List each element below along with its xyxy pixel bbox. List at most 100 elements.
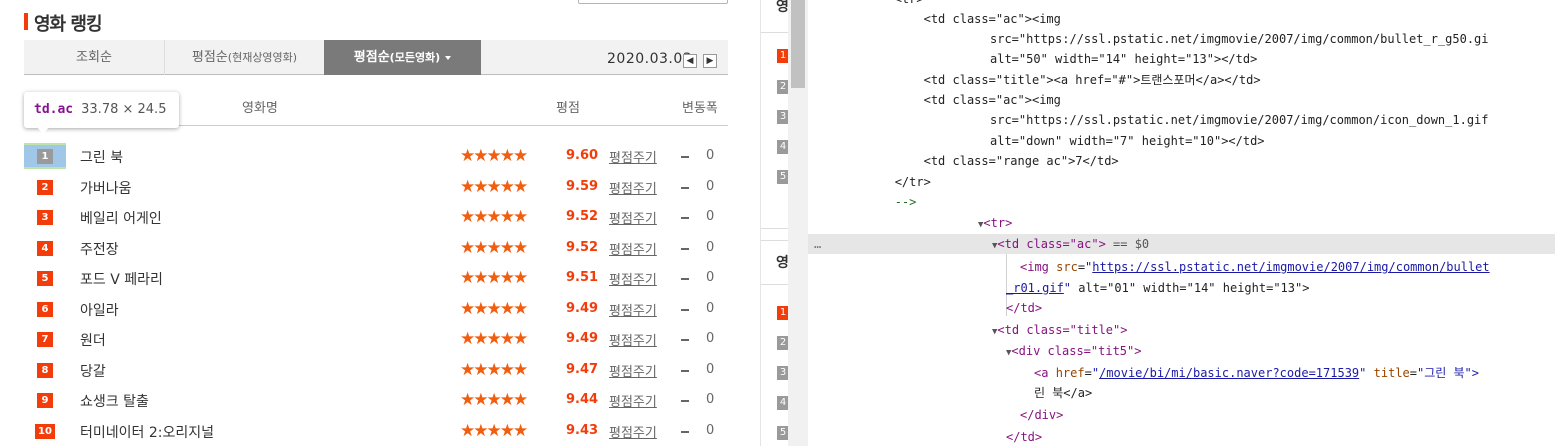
next-date-button[interactable]: ▶ <box>703 54 717 68</box>
rank-badge: 2 <box>37 179 53 195</box>
no-change-icon <box>681 430 689 433</box>
change-value: 0 <box>706 300 715 316</box>
rank-badge: 1 <box>37 149 53 164</box>
prev-date-button[interactable]: ◀ <box>683 54 697 68</box>
star-rating-icon: ★★★★★ <box>460 146 528 166</box>
div-close: </div> <box>1020 408 1064 422</box>
tab-score-current[interactable]: 평점순(현재상영영화) <box>164 40 324 75</box>
no-change-icon <box>681 400 689 402</box>
movie-title-link[interactable]: 가버나움 <box>80 178 132 198</box>
chevron-right-icon: ▶ <box>706 56 714 66</box>
no-change-icon <box>681 339 689 341</box>
tr-node[interactable]: ▼<tr> <box>978 213 1012 233</box>
tooltip-size: 33.78 × 24.5 <box>81 102 167 117</box>
rate-link[interactable]: 평점주기 <box>609 239 657 258</box>
no-change-icon <box>681 217 689 219</box>
selected-node-row[interactable] <box>808 234 1555 254</box>
rank-badge: 5 <box>37 271 53 286</box>
star-rating-icon: ★★★★★ <box>460 329 528 349</box>
ranking-date: 2020.03.03 <box>607 51 693 67</box>
rate-link[interactable]: 평점주기 <box>609 269 657 288</box>
change-value: 0 <box>706 331 715 346</box>
td-title-node[interactable]: ▼<td class="title"> <box>992 320 1127 340</box>
table-row: 8 당갈 ★★★★★ 9.47 평점주기 0 <box>24 355 728 385</box>
code-line: src="https://ssl.pstatic.net/imgmovie/20… <box>990 32 1489 46</box>
side-divider <box>761 32 789 33</box>
a-href-link[interactable]: /movie/bi/mi/basic.naver?code=171539 <box>1099 366 1359 380</box>
code-line: src="https://ssl.pstatic.net/imgmovie/20… <box>990 113 1489 127</box>
movie-score: 9.49 <box>566 331 599 346</box>
tooltip-arrow <box>36 126 50 134</box>
movie-title-link[interactable]: 포드 V 페라리 <box>80 269 163 289</box>
rank-badge: 6 <box>37 301 53 317</box>
movie-score: 9.43 <box>566 422 599 438</box>
tab-score-all[interactable]: 평점순(모든영화) <box>324 40 481 75</box>
selected-td-node[interactable]: ▼<td class="ac"> == $0 <box>992 234 1149 254</box>
movie-score: 9.49 <box>566 300 599 316</box>
search-box-edge[interactable] <box>578 0 728 4</box>
img-node-cont: _r01.gif" alt="01" width="14" height="13… <box>1006 281 1310 295</box>
img-src-link-cont[interactable]: _r01.gif <box>1006 281 1064 295</box>
rate-link[interactable]: 평점주기 <box>609 300 657 319</box>
side-panel: 영 1 2 3 4 5 영 1 2 3 4 5 <box>760 0 789 446</box>
change-value: 0 <box>706 422 715 438</box>
side-divider <box>761 228 789 229</box>
movie-title-link[interactable]: 아일라 <box>80 300 119 320</box>
change-value: 0 <box>706 361 715 377</box>
tooltip-tag: td.ac <box>34 102 74 117</box>
movie-title-link[interactable]: 당갈 <box>80 361 106 381</box>
no-change-icon <box>681 156 689 158</box>
code-comment-end: --> <box>808 195 917 209</box>
more-actions-icon[interactable]: … <box>814 234 821 254</box>
a-title-value: "그린 북"> <box>1416 366 1480 380</box>
rate-link[interactable]: 평점주기 <box>609 147 657 166</box>
table-row: 6 아일라 ★★★★★ 9.49 평점주기 0 <box>24 294 728 324</box>
img-src-link[interactable]: https://ssl.pstatic.net/imgmovie/2007/im… <box>1092 260 1489 274</box>
td-ac-tag: <td class="ac"> <box>997 237 1106 251</box>
code-line: alt="50" width="14" height="13"></td> <box>990 52 1258 66</box>
no-change-icon <box>681 186 689 189</box>
side-heading: 영 <box>776 255 789 271</box>
scrollbar-thumb[interactable] <box>791 0 805 88</box>
change-value: 0 <box>706 239 715 255</box>
table-row: 4 주전장 ★★★★★ 9.52 평점주기 0 <box>24 233 728 263</box>
inspect-tooltip: td.ac 33.78 × 24.5 <box>24 92 179 128</box>
table-row: 2 가버나움 ★★★★★ 9.59 평점주기 0 <box>24 172 728 202</box>
movie-score: 9.59 <box>566 178 599 194</box>
rank-badge: 3 <box>37 210 53 225</box>
movie-score: 9.44 <box>566 392 599 407</box>
code-line: <td class="ac"><img <box>808 93 1061 107</box>
img-node[interactable]: <img src="https://ssl.pstatic.net/imgmov… <box>1020 257 1490 277</box>
code-line: </tr> <box>808 175 931 189</box>
rate-link[interactable]: 평점주기 <box>609 330 657 349</box>
star-rating-icon: ★★★★★ <box>460 298 528 319</box>
no-change-icon <box>681 308 689 311</box>
movie-title-link[interactable]: 쇼생크 탈출 <box>80 391 149 411</box>
movie-title-link[interactable]: 베일리 어게인 <box>80 208 162 228</box>
tab-score-current-label: 평점순 <box>191 50 228 65</box>
movie-title-link[interactable]: 주전장 <box>80 239 119 259</box>
tab-score-all-sub: (모든영화) <box>389 51 441 64</box>
movie-score: 9.60 <box>566 148 599 163</box>
star-rating-icon: ★★★★★ <box>460 176 528 197</box>
code-line: <td class="ac"><img <box>808 12 1061 26</box>
tab-score-current-sub: (현재상영영화) <box>227 51 298 64</box>
img-attrs: alt="01" width="14" height="13"> <box>1071 281 1310 295</box>
rate-link[interactable]: 평점주기 <box>609 361 657 380</box>
chevron-left-icon: ◀ <box>686 56 694 66</box>
rate-link[interactable]: 평점주기 <box>609 208 657 227</box>
rank-badge: 8 <box>37 362 53 378</box>
rate-link[interactable]: 평점주기 <box>609 178 657 197</box>
rate-link[interactable]: 평점주기 <box>609 391 657 410</box>
div-node[interactable]: ▼<div class="tit5"> <box>1006 341 1141 361</box>
tab-views[interactable]: 조회순 <box>24 40 164 75</box>
movie-title-link[interactable]: 그린 북 <box>80 147 123 167</box>
change-value: 0 <box>706 392 715 407</box>
table-row: 7 원더 ★★★★★ 9.49 평점주기 0 <box>24 324 728 354</box>
rate-link[interactable]: 평점주기 <box>609 422 657 441</box>
movie-title-link[interactable]: 원더 <box>80 330 106 350</box>
a-node[interactable]: <a href="/movie/bi/mi/basic.naver?code=1… <box>1034 363 1479 383</box>
no-change-icon <box>681 369 689 372</box>
star-rating-icon: ★★★★★ <box>460 207 528 227</box>
movie-title-link[interactable]: 터미네이터 2:오리지널 <box>80 422 214 442</box>
